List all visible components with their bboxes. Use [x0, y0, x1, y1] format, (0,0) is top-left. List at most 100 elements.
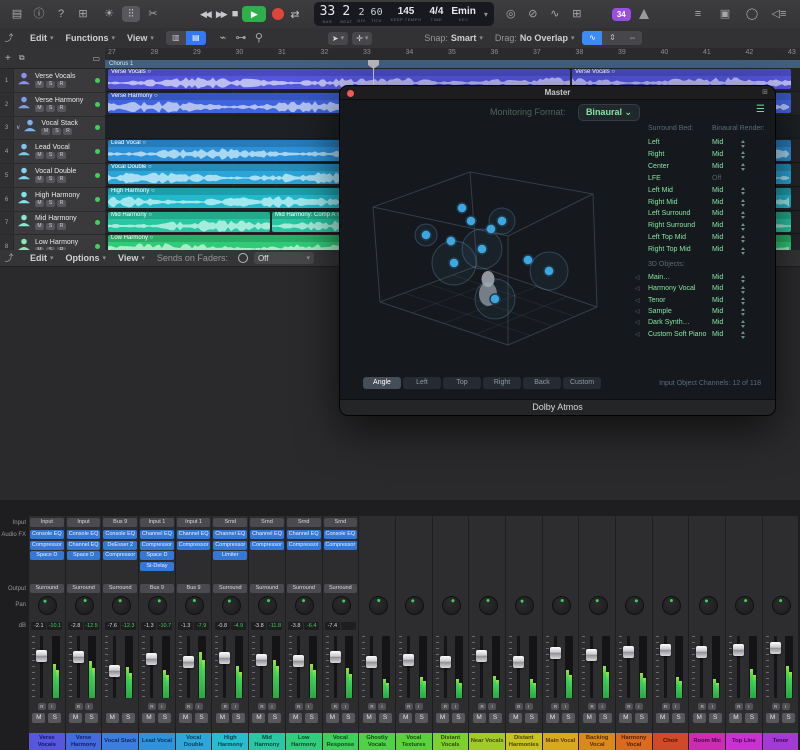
track-header-row[interactable]: 7Mid HarmonyMSR	[0, 212, 105, 236]
record-button[interactable]	[272, 8, 284, 20]
channel-name[interactable]: Distant Harmonies	[506, 733, 542, 750]
zoom-v-button[interactable]: ⇕	[602, 31, 622, 45]
view-button-custom[interactable]: Custom	[563, 377, 601, 389]
channel-name[interactable]: Verse Harmony	[66, 733, 102, 750]
mute-button[interactable]: M	[106, 713, 119, 723]
automation-icon[interactable]: ⌁	[214, 30, 232, 46]
audio-fx-slot[interactable]: Compressor	[324, 541, 358, 550]
input-slot[interactable]: Input 1	[177, 518, 211, 527]
object-value[interactable]: Mid	[712, 297, 723, 304]
volume-fader[interactable]	[623, 646, 634, 658]
pan-knob[interactable]	[368, 596, 388, 616]
input-monitor-button[interactable]: I	[48, 703, 56, 710]
rewind-button[interactable]: ◀◀	[200, 9, 210, 20]
input-monitor-button[interactable]: I	[195, 703, 203, 710]
audio-fx-slot[interactable]: Limiter	[213, 551, 247, 560]
channel-strip[interactable]: RIMSDistant Harmonies	[506, 516, 542, 750]
solo-button[interactable]: S	[562, 713, 575, 723]
snap-menu[interactable]: Snap:Smart▾	[424, 33, 483, 43]
view-button-left[interactable]: Left	[403, 377, 441, 389]
mute-button[interactable]: M	[41, 128, 50, 135]
input-monitor-button[interactable]: I	[268, 703, 276, 710]
audio-object-dot[interactable]	[497, 216, 507, 226]
channel-name[interactable]: Room Mic	[689, 733, 725, 750]
channel-name[interactable]: Distant Vocals	[433, 733, 469, 750]
record-enable-button[interactable]: R	[221, 703, 229, 710]
mute-button[interactable]: M	[729, 713, 742, 723]
record-enable-button[interactable]: R	[63, 128, 72, 135]
audio-fx-slot[interactable]: Compressor	[250, 541, 284, 550]
pan-knob[interactable]	[219, 593, 244, 618]
volume-fader[interactable]	[256, 654, 267, 666]
tempo-display[interactable]: 145 KEEP TEMPO	[391, 6, 422, 22]
grid-view-button[interactable]: ▥	[166, 31, 186, 45]
list-view-button[interactable]: ▤	[186, 31, 206, 45]
channel-name[interactable]: Main Vocal	[543, 733, 579, 750]
track-header-row[interactable]: 5Vocal DoubleMSR	[0, 164, 105, 188]
catch-icon[interactable]: ⚲	[250, 30, 268, 46]
object-value[interactable]: Mid	[712, 331, 723, 338]
monitor-icon[interactable]: ▤	[8, 6, 26, 22]
mute-button[interactable]: M	[399, 713, 412, 723]
pan-knob[interactable]	[734, 594, 757, 617]
track-display-button[interactable]: ▭	[92, 54, 100, 63]
pan-knob[interactable]	[512, 593, 538, 619]
add-window-icon[interactable]: ⊞	[74, 6, 92, 22]
plugin-titlebar[interactable]: Master ⊞	[340, 86, 775, 100]
record-enable-button[interactable]: R	[478, 703, 486, 710]
volume-fader[interactable]	[660, 644, 671, 656]
pan-knob[interactable]	[478, 595, 499, 616]
mixer-menu-edit[interactable]: Edit▾	[30, 253, 54, 263]
mute-button[interactable]: M	[656, 713, 669, 723]
solo-button[interactable]: S	[379, 713, 392, 723]
left-click-tool[interactable]: ➤▾	[328, 32, 348, 45]
input-slot[interactable]: Srnd	[250, 518, 284, 527]
input-monitor-button[interactable]: I	[415, 703, 423, 710]
audio-fx-slot[interactable]: Channel EQ	[177, 530, 211, 539]
channel-strip[interactable]: SrndChannel EQCompressorLimiterSurround-…	[212, 516, 248, 750]
solo-button[interactable]: S	[46, 105, 55, 112]
solo-button[interactable]: S	[599, 713, 612, 723]
lcd-display[interactable]: 33BAR2BEAT2DIV60TICK 145 KEEP TEMPO 4/4 …	[314, 2, 494, 26]
zoom-h-button[interactable]: ⇔	[622, 31, 642, 45]
solo-button[interactable]: S	[489, 713, 502, 723]
bed-channel-value[interactable]: Mid	[712, 199, 723, 206]
input-monitor-dot[interactable]	[95, 173, 100, 178]
pan-knob[interactable]	[257, 594, 280, 617]
menu-edit[interactable]: Edit▾	[30, 33, 54, 43]
solo-button[interactable]: S	[195, 713, 208, 723]
atmos-3d-view[interactable]	[355, 131, 655, 371]
mute-button[interactable]: M	[363, 713, 376, 723]
solo-button[interactable]: S	[232, 713, 245, 723]
view-button-angle[interactable]: Angle	[363, 377, 401, 389]
audio-object-dot[interactable]	[449, 258, 459, 268]
audio-region[interactable]: Mid Harmony ○	[108, 212, 270, 232]
solo-button[interactable]: S	[305, 713, 318, 723]
channel-name[interactable]: Top Line	[726, 733, 762, 750]
channel-name[interactable]: Vocal Stack	[102, 733, 138, 750]
channel-name[interactable]: Ghostly Vocals	[359, 733, 395, 750]
mute-button[interactable]: M	[583, 713, 596, 723]
channel-strip[interactable]: SrndChannel EQCompressorSurround-3.8-11.…	[249, 516, 285, 750]
channel-strip[interactable]: Input 1Channel EQCompressorSpace DSt-Del…	[139, 516, 175, 750]
channel-strip[interactable]: InputConsole EQCompressorSpace DSurround…	[29, 516, 65, 750]
library-icon[interactable]: ▣	[716, 6, 734, 22]
mute-button[interactable]: M	[546, 713, 559, 723]
volume-fader[interactable]	[36, 650, 47, 662]
pan-knob[interactable]	[587, 594, 610, 617]
value-stepper[interactable]	[740, 140, 747, 148]
audio-object-dot[interactable]	[466, 216, 476, 226]
output-slot[interactable]: Bus 9	[140, 584, 174, 593]
value-stepper[interactable]	[740, 247, 747, 255]
record-enable-button[interactable]: R	[662, 703, 670, 710]
channel-name[interactable]: Tenor	[763, 733, 799, 750]
input-slot[interactable]: Srnd	[324, 518, 358, 527]
sends-mode-select[interactable]: Off▾	[254, 252, 314, 264]
channel-name[interactable]: Verse Vocals	[29, 733, 65, 750]
menu-view[interactable]: View▾	[127, 33, 154, 43]
plugin-link-icon[interactable]: ⊞	[762, 88, 768, 96]
record-enable-button[interactable]: R	[735, 703, 743, 710]
input-monitor-button[interactable]: I	[231, 703, 239, 710]
brightness-icon[interactable]: ☀	[100, 6, 118, 22]
audio-fx-slot[interactable]: Compressor	[140, 541, 174, 550]
